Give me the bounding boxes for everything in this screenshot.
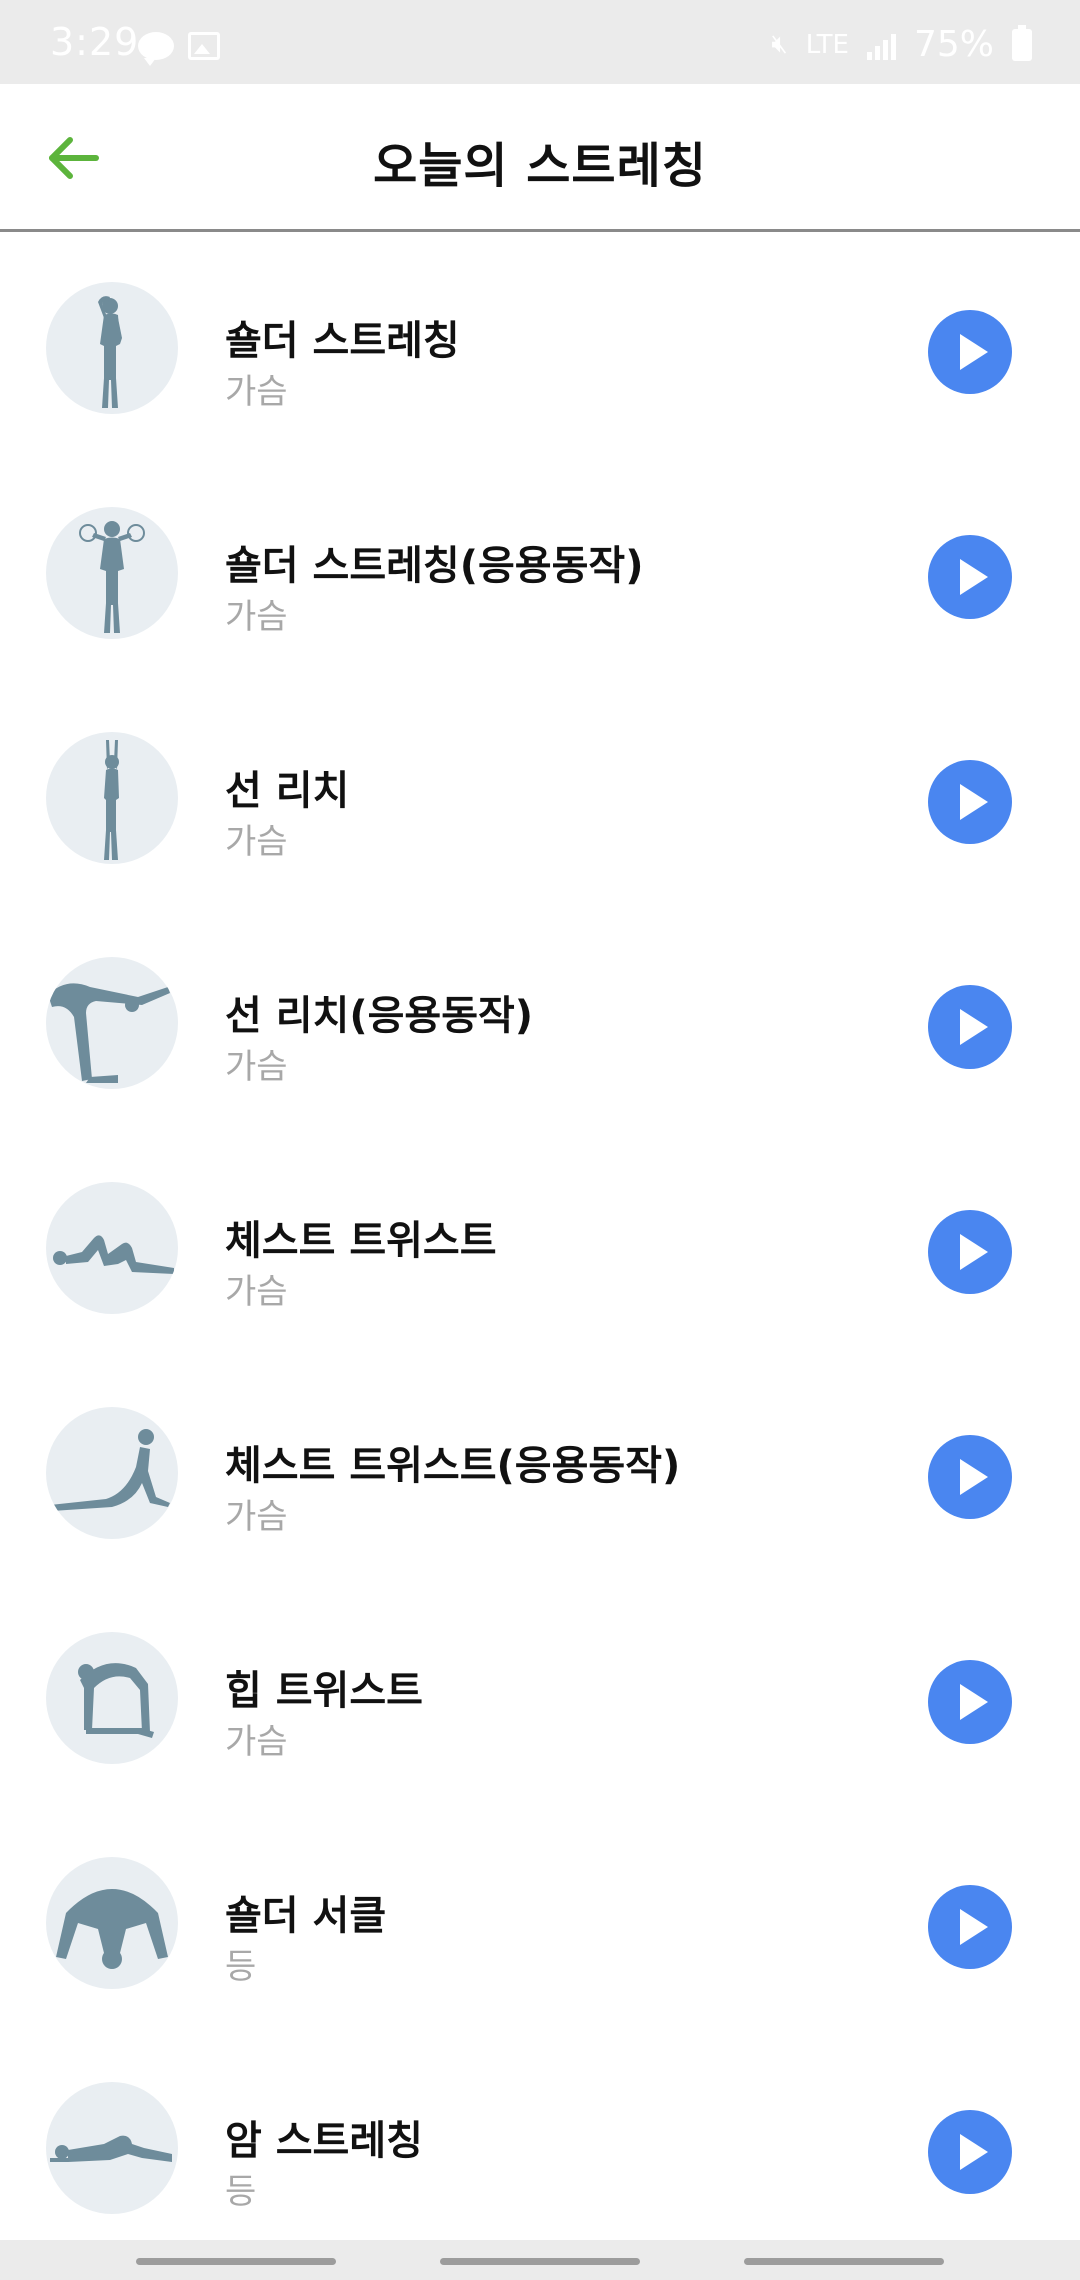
- pose-kneeling-forward-icon: [46, 1857, 178, 1989]
- item-category: 가슴: [225, 597, 288, 637]
- status-bar: 3:29 🔇︎ LTE 75%: [0, 0, 1080, 84]
- item-title: 체스트 트위스트(응용동작): [225, 1443, 681, 1489]
- signal-icon: [866, 30, 896, 60]
- item-title: 숄더 스트레칭: [225, 318, 460, 364]
- item-category: 등: [225, 1947, 257, 1987]
- list-item[interactable]: 선 리치 가슴: [0, 682, 1080, 907]
- system-nav-bar: [0, 2240, 1080, 2280]
- gallery-notification-icon: [188, 32, 220, 60]
- item-category: 가슴: [225, 372, 288, 412]
- battery-percent: 75%: [913, 24, 994, 65]
- item-title: 숄더 스트레칭(응용동작): [225, 543, 644, 589]
- item-category: 가슴: [225, 1047, 288, 1087]
- list-item[interactable]: 숄더 스트레칭 가슴: [0, 232, 1080, 457]
- play-button[interactable]: [928, 310, 1012, 394]
- play-button[interactable]: [928, 1660, 1012, 1744]
- lte-icon: LTE: [805, 29, 849, 60]
- play-button[interactable]: [928, 985, 1012, 1069]
- play-button[interactable]: [928, 535, 1012, 619]
- item-title: 선 리치(응용동작): [225, 993, 534, 1039]
- item-category: 등: [225, 2172, 257, 2212]
- pose-standing-hand-on-head-icon: [46, 282, 178, 414]
- list-item[interactable]: 체스트 트위스트(응용동작) 가슴: [0, 1357, 1080, 1582]
- item-category: 가슴: [225, 822, 288, 862]
- pose-lying-twist-icon: [46, 1182, 178, 1314]
- item-title: 숄더 서클: [225, 1893, 387, 1939]
- list-item[interactable]: 체스트 트위스트 가슴: [0, 1132, 1080, 1357]
- pose-camel-icon: [46, 1632, 178, 1764]
- play-icon: [960, 559, 988, 595]
- play-icon: [960, 1234, 988, 1270]
- item-title: 선 리치: [225, 768, 350, 814]
- item-category: 가슴: [225, 1722, 288, 1762]
- pose-forward-bend-icon: [46, 957, 178, 1089]
- play-button[interactable]: [928, 760, 1012, 844]
- play-icon: [960, 784, 988, 820]
- app-header: 오늘의 스트레칭: [0, 84, 1080, 232]
- nav-home-handle[interactable]: [440, 2258, 640, 2265]
- list-item[interactable]: 숄더 스트레칭(응용동작) 가슴: [0, 457, 1080, 682]
- list-item[interactable]: 힙 트위스트 가슴: [0, 1582, 1080, 1807]
- list-item[interactable]: 선 리치(응용동작) 가슴: [0, 907, 1080, 1132]
- item-category: 가슴: [225, 1272, 288, 1312]
- play-button[interactable]: [928, 1885, 1012, 1969]
- battery-icon: [1012, 24, 1032, 61]
- play-icon: [960, 1459, 988, 1495]
- chat-notification-icon: [138, 32, 174, 66]
- play-icon: [960, 1009, 988, 1045]
- play-icon: [960, 334, 988, 370]
- nav-back-handle[interactable]: [744, 2258, 944, 2265]
- play-icon: [960, 1684, 988, 1720]
- pose-lying-side-icon: [46, 2082, 178, 2214]
- pose-standing-arms-up-icon: [46, 732, 178, 864]
- status-time: 3:29: [50, 20, 140, 64]
- play-icon: [960, 2134, 988, 2170]
- mute-icon: 🔇︎: [771, 29, 788, 59]
- nav-recents-handle[interactable]: [136, 2258, 336, 2265]
- play-button[interactable]: [928, 2110, 1012, 2194]
- pose-standing-arm-circles-icon: [46, 507, 178, 639]
- item-category: 가슴: [225, 1497, 288, 1537]
- status-icons-right: 🔇︎ LTE 75%: [771, 24, 1032, 65]
- page-title: 오늘의 스트레칭: [373, 138, 707, 194]
- item-title: 체스트 트위스트: [225, 1218, 497, 1264]
- status-icons-left: [138, 32, 220, 66]
- list-item[interactable]: 암 스트레칭 등: [0, 2032, 1080, 2257]
- play-button[interactable]: [928, 1435, 1012, 1519]
- list-item[interactable]: 숄더 서클 등: [0, 1807, 1080, 2032]
- item-title: 암 스트레칭: [225, 2118, 423, 2164]
- play-button[interactable]: [928, 1210, 1012, 1294]
- stretch-list: 숄더 스트레칭 가슴 숄더 스트레칭(응용동작) 가슴 선 리치 가슴 선 리치…: [0, 232, 1080, 2257]
- pose-cobra-icon: [46, 1407, 178, 1539]
- play-icon: [960, 1909, 988, 1945]
- item-title: 힙 트위스트: [225, 1668, 423, 1714]
